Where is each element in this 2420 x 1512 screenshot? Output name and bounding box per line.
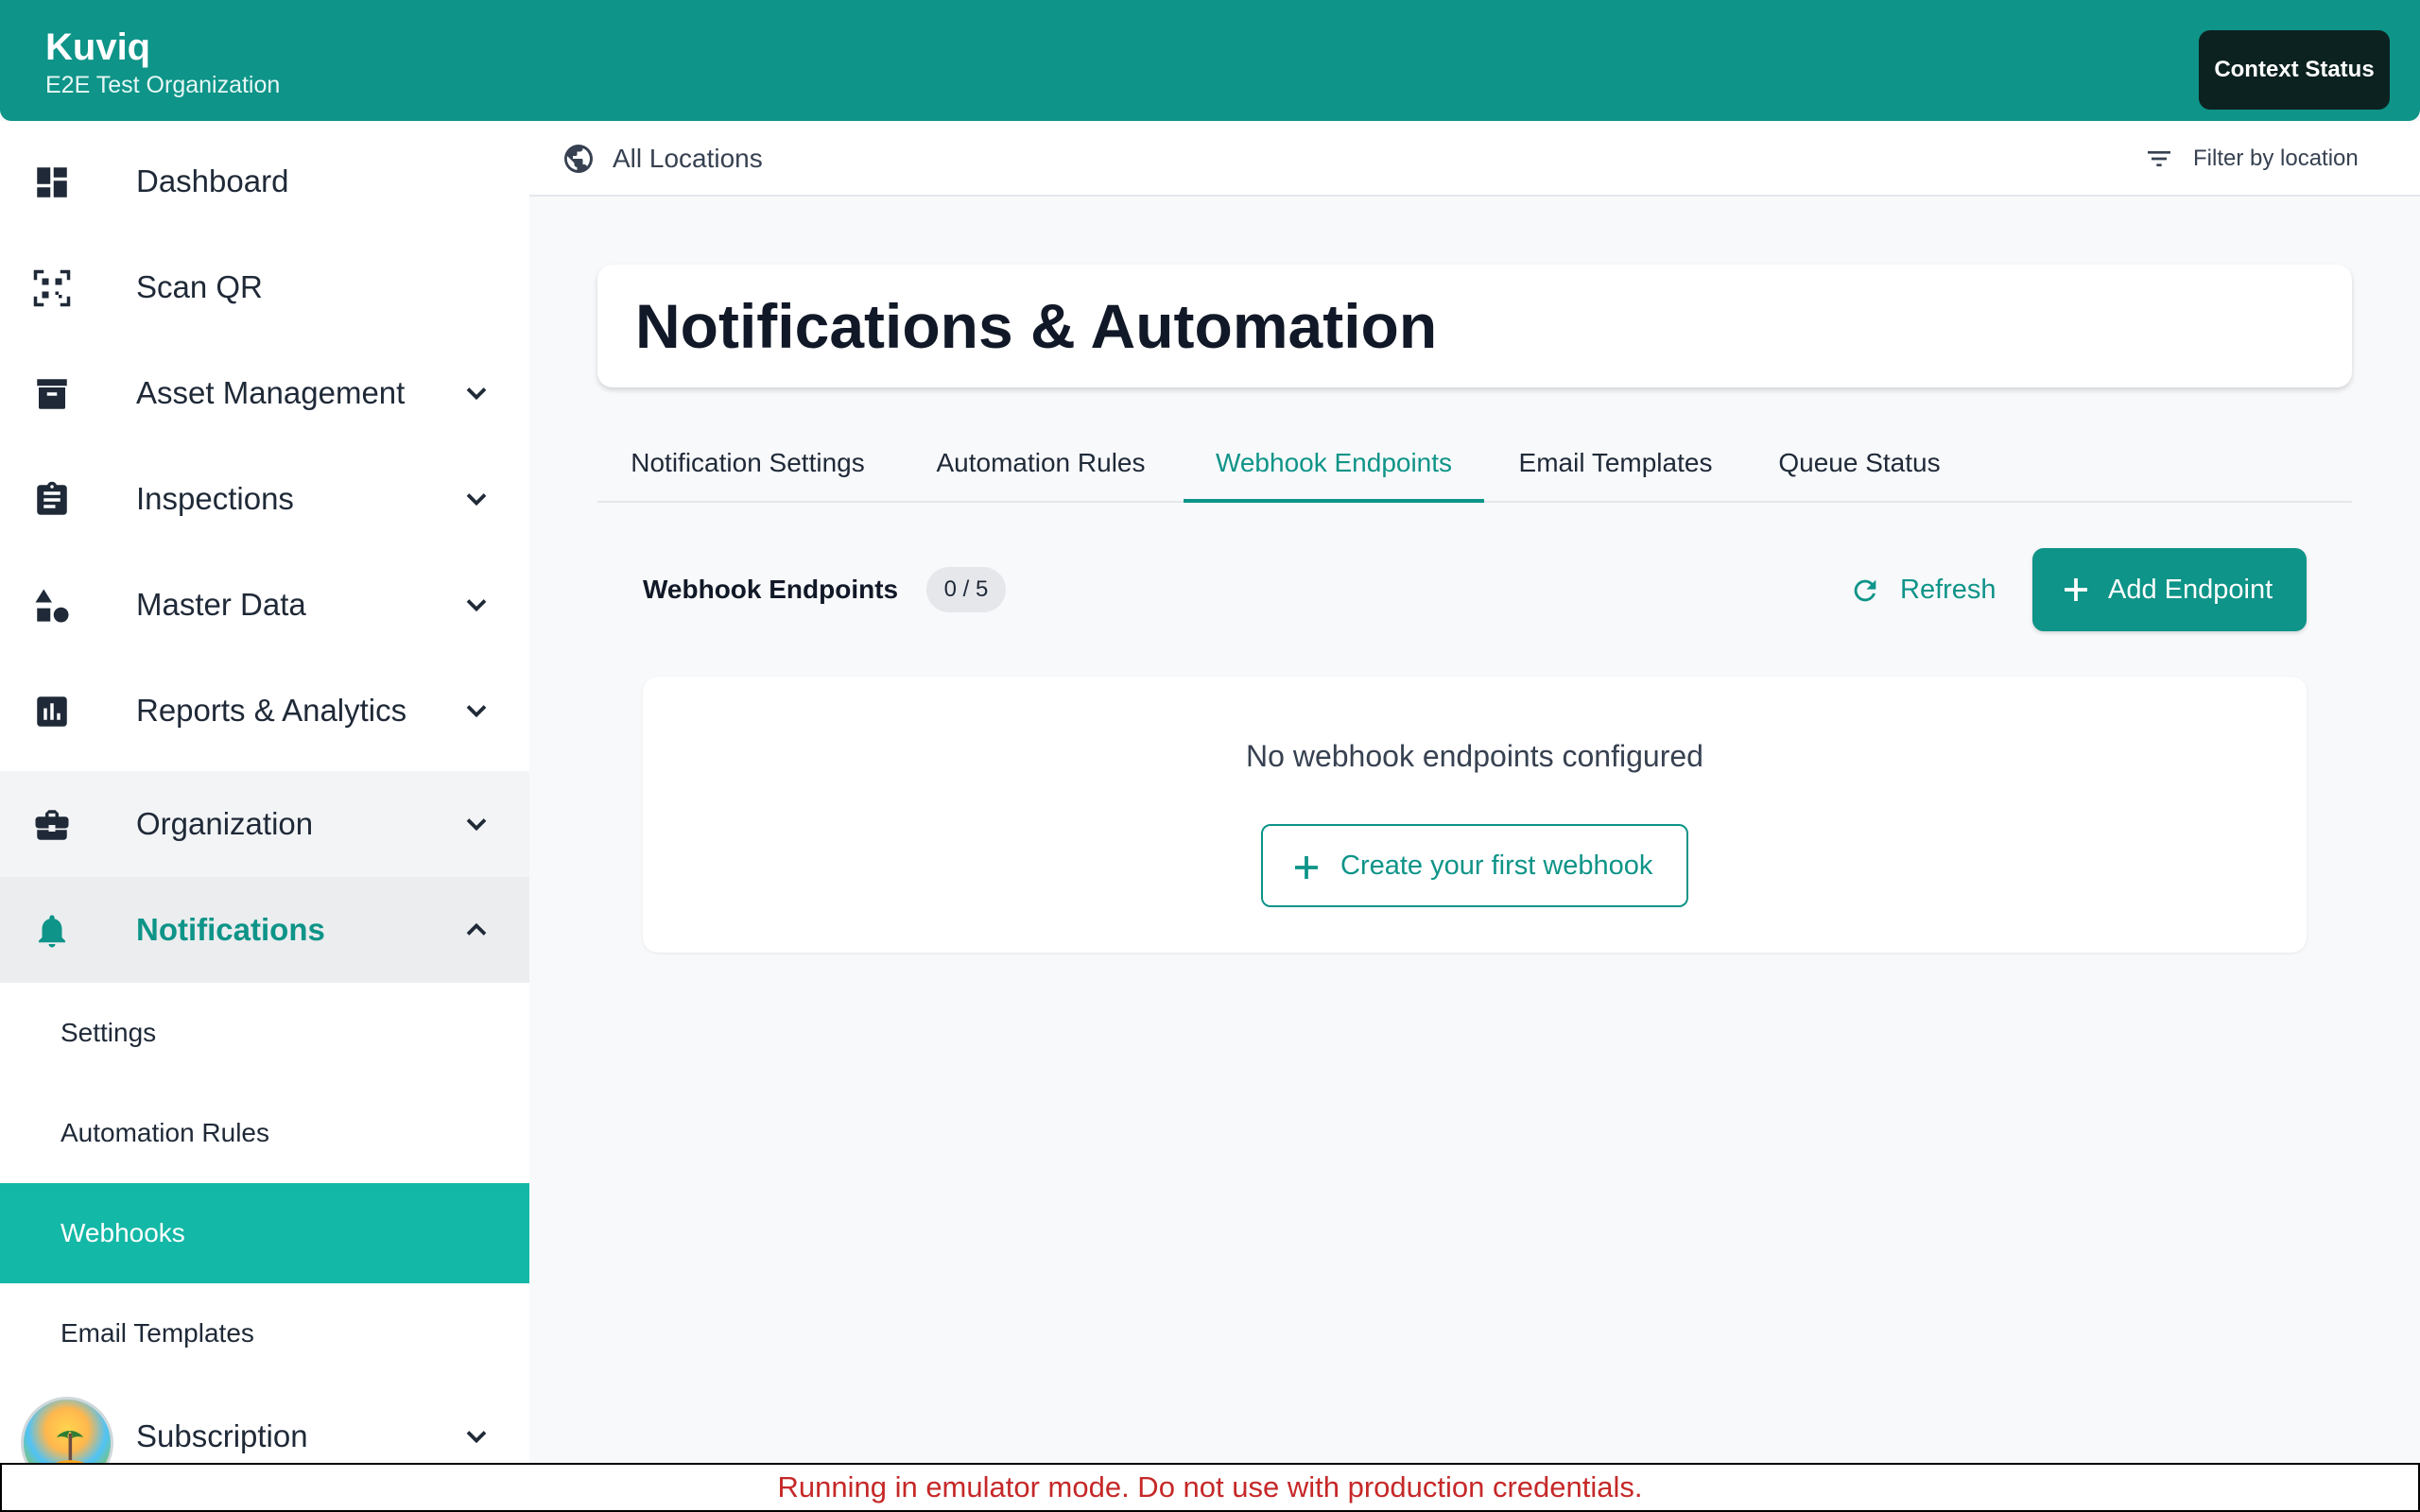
tab-automation-rules[interactable]: Automation Rules bbox=[898, 423, 1184, 503]
sidebar-item-notifications[interactable]: Notifications bbox=[0, 877, 529, 983]
chevron-down-icon bbox=[466, 705, 487, 718]
chevron-down-icon bbox=[466, 493, 487, 507]
sidebar-item-dashboard[interactable]: Dashboard bbox=[0, 129, 529, 234]
tab-bar: Notification Settings Automation Rules W… bbox=[597, 423, 2352, 503]
sidebar-item-label: Dashboard bbox=[136, 163, 289, 198]
dashboard-icon bbox=[37, 167, 67, 198]
sidebar-item-master-data[interactable]: Master Data bbox=[0, 552, 529, 658]
tab-notification-settings[interactable]: Notification Settings bbox=[597, 423, 898, 503]
tab-queue-status[interactable]: Queue Status bbox=[1747, 423, 1972, 503]
sidebar-item-label: Subscription bbox=[136, 1418, 308, 1453]
refresh-label: Refresh bbox=[1900, 574, 1996, 605]
tab-webhook-endpoints[interactable]: Webhook Endpoints bbox=[1184, 423, 1484, 503]
plus-icon bbox=[2065, 578, 2087, 601]
refresh-button[interactable]: Refresh bbox=[1849, 563, 2000, 616]
app-name: Kuviq bbox=[45, 26, 151, 68]
webhook-empty-state: No webhook endpoints configured Create y… bbox=[643, 677, 2307, 953]
chevron-down-icon bbox=[466, 599, 487, 612]
globe-icon bbox=[564, 145, 593, 173]
sidebar-item-label: Notifications bbox=[136, 912, 325, 947]
create-first-webhook-button[interactable]: Create your first webhook bbox=[1261, 824, 1688, 907]
filter-by-location-button[interactable]: Filter by location bbox=[2193, 121, 2359, 197]
sidebar-item-reports-analytics[interactable]: Reports & Analytics bbox=[0, 658, 529, 764]
sidebar-item-label: Asset Management bbox=[136, 375, 406, 410]
page-title-card: Notifications & Automation bbox=[597, 265, 2352, 387]
sidebar-item-organization[interactable]: Organization bbox=[0, 771, 529, 877]
bar-chart-icon bbox=[37, 696, 67, 727]
sidebar-subitem-email-templates[interactable]: Email Templates bbox=[0, 1283, 529, 1383]
add-endpoint-button[interactable]: Add Endpoint bbox=[2032, 548, 2307, 631]
sidebar-item-label: Organization bbox=[136, 806, 314, 841]
refresh-icon bbox=[1854, 579, 1876, 602]
page-title: Notifications & Automation bbox=[635, 291, 1438, 361]
briefcase-icon bbox=[35, 810, 69, 840]
tab-email-templates[interactable]: Email Templates bbox=[1484, 423, 1747, 503]
chevron-down-icon bbox=[466, 1431, 487, 1444]
sidebar-item-label: Master Data bbox=[136, 587, 306, 622]
shapes-icon bbox=[35, 589, 69, 623]
add-endpoint-label: Add Endpoint bbox=[2108, 574, 2273, 605]
sidebar-item-inspections[interactable]: Inspections bbox=[0, 446, 529, 552]
sidebar-subitem-webhooks[interactable]: Webhooks bbox=[0, 1183, 529, 1283]
app-header: Kuviq E2E Test Organization Context Stat… bbox=[0, 0, 2420, 121]
qr-scan-icon bbox=[33, 269, 71, 307]
org-name: E2E Test Organization bbox=[45, 72, 281, 98]
sidebar-item-label: Scan QR bbox=[136, 269, 263, 304]
sidebar-item-label: Inspections bbox=[136, 481, 294, 516]
context-status-button[interactable]: Context Status bbox=[2199, 30, 2390, 110]
bell-icon bbox=[39, 915, 65, 948]
sidebar-subitem-settings[interactable]: Settings bbox=[0, 983, 529, 1083]
active-tab-indicator bbox=[1184, 499, 1484, 503]
sidebar-item-label: Reports & Analytics bbox=[136, 693, 407, 728]
sidebar: Dashboard Scan QR Asset Management Inspe… bbox=[0, 121, 529, 1463]
plus-icon bbox=[1295, 856, 1318, 879]
filter-icon[interactable] bbox=[2144, 144, 2174, 174]
sidebar-item-asset-management[interactable]: Asset Management bbox=[0, 340, 529, 446]
location-selector[interactable]: All Locations bbox=[613, 121, 763, 197]
sidebar-item-scan-qr[interactable]: Scan QR bbox=[0, 234, 529, 340]
chevron-up-icon bbox=[466, 922, 487, 936]
clipboard-icon bbox=[37, 481, 67, 515]
section-title: Webhook Endpoints bbox=[643, 575, 899, 604]
create-first-webhook-label: Create your first webhook bbox=[1340, 850, 1653, 881]
empty-state-message: No webhook endpoints configured bbox=[1246, 738, 1703, 773]
chevron-down-icon bbox=[466, 818, 487, 832]
archive-icon bbox=[37, 379, 67, 409]
emulator-warning-banner: Running in emulator mode. Do not use wit… bbox=[0, 1463, 2420, 1512]
location-bar: All Locations Filter by location bbox=[529, 121, 2420, 197]
endpoint-count-badge: 0 / 5 bbox=[926, 567, 1006, 612]
chevron-down-icon bbox=[466, 387, 487, 401]
sidebar-subitem-automation-rules[interactable]: Automation Rules bbox=[0, 1083, 529, 1183]
